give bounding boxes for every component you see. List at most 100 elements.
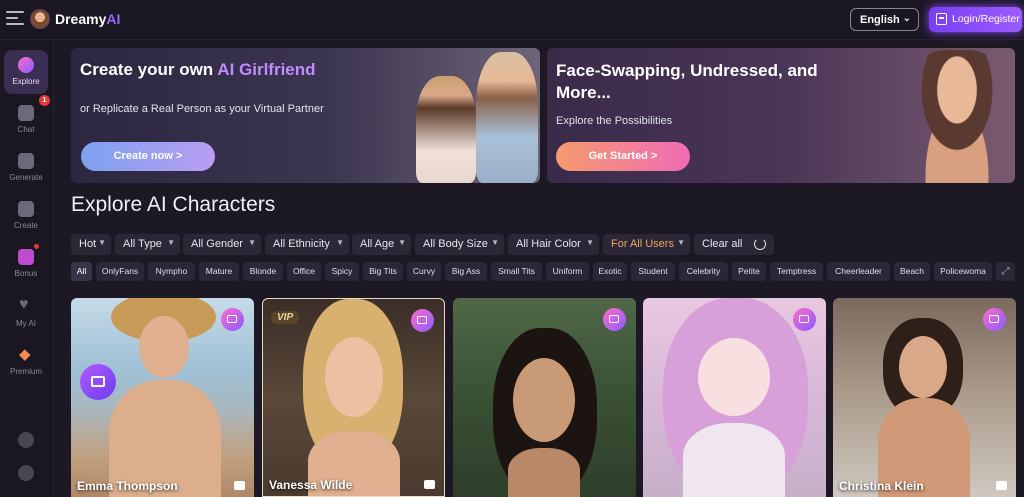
card-name: Vanessa Wilde bbox=[269, 478, 353, 492]
chevron-down-icon: ▼ bbox=[677, 238, 685, 247]
sidebar-item-premium[interactable]: Premium bbox=[4, 340, 48, 384]
filter-ethnicity[interactable]: All Ethnicity ▼ bbox=[265, 234, 349, 255]
filter-users[interactable]: For All Users ▼ bbox=[603, 234, 690, 255]
card-face bbox=[899, 336, 947, 398]
chevron-down-icon: ▼ bbox=[586, 238, 594, 247]
gallery-icon[interactable] bbox=[983, 308, 1006, 331]
banner-title: Face-Swapping, Undressed, and More... bbox=[556, 61, 818, 102]
tag-beach[interactable]: Beach bbox=[894, 262, 930, 281]
tag-petite[interactable]: Petite bbox=[732, 262, 766, 281]
section-title: Explore AI Characters bbox=[71, 193, 276, 216]
tag-temptress[interactable]: Temptress bbox=[770, 262, 823, 281]
sidebar: Explore Chat Generate Create Bonus My AI… bbox=[0, 40, 54, 497]
character-card[interactable]: Christina Klein bbox=[833, 298, 1016, 497]
filter-body-size[interactable]: All Body Size ▼ bbox=[415, 234, 504, 255]
filter-hot[interactable]: Hot ▼ bbox=[71, 234, 111, 255]
logo-text-accent: AI bbox=[106, 11, 121, 27]
chevron-down-icon: ▼ bbox=[167, 238, 175, 247]
sidebar-item-explore[interactable]: Explore bbox=[4, 50, 48, 94]
top-bar: DreamyAI English ⌄ Login/Register bbox=[0, 0, 1024, 40]
tag-blonde[interactable]: Blonde bbox=[243, 262, 283, 281]
tag-cheerleader[interactable]: Cheerleader bbox=[827, 262, 890, 281]
banner-title: Create your own AI Girlfriend bbox=[80, 60, 316, 79]
filter-hair-color[interactable]: All Hair Color ▼ bbox=[508, 234, 599, 255]
discord-icon[interactable] bbox=[18, 432, 34, 448]
sidebar-item-label: Chat bbox=[17, 125, 35, 134]
magic-wand-icon bbox=[18, 201, 34, 217]
tag-onlyfans[interactable]: OnlyFans bbox=[96, 262, 144, 281]
filter-type[interactable]: All Type ▼ bbox=[115, 234, 180, 255]
gift-icon bbox=[18, 249, 34, 265]
sidebar-item-bonus[interactable]: Bonus bbox=[4, 242, 48, 286]
compass-icon bbox=[18, 57, 34, 73]
tag-big-ass[interactable]: Big Ass bbox=[445, 262, 487, 281]
card-face bbox=[513, 358, 575, 442]
sidebar-item-label: Bonus bbox=[14, 269, 38, 278]
chevron-down-icon: ▼ bbox=[98, 238, 106, 247]
expand-icon[interactable]: ⤢ bbox=[996, 262, 1015, 281]
logo[interactable]: DreamyAI bbox=[55, 11, 120, 27]
card-face bbox=[698, 338, 770, 416]
sidebar-item-label: Generate bbox=[9, 173, 43, 182]
card-face bbox=[139, 316, 189, 378]
menu-icon[interactable] bbox=[6, 11, 24, 27]
banner-face-swap[interactable]: Face-Swapping, Undressed, and More... Ex… bbox=[547, 48, 1015, 183]
tag-student[interactable]: Student bbox=[631, 262, 675, 281]
tag-nympho[interactable]: Nympho bbox=[148, 262, 195, 281]
tag-exotic[interactable]: Exotic bbox=[593, 262, 627, 281]
logo-text-main: Dreamy bbox=[55, 11, 107, 27]
gallery-icon[interactable] bbox=[603, 308, 626, 331]
character-card[interactable] bbox=[453, 298, 636, 497]
diamond-icon bbox=[18, 345, 34, 363]
sidebar-item-create[interactable]: Create bbox=[4, 194, 48, 238]
card-body bbox=[508, 448, 580, 497]
chevron-down-icon: ▼ bbox=[491, 238, 499, 247]
card-face bbox=[325, 337, 383, 417]
filter-age[interactable]: All Age ▼ bbox=[352, 234, 411, 255]
chevron-down-icon: ▼ bbox=[398, 238, 406, 247]
gallery-icon[interactable] bbox=[221, 308, 244, 331]
refresh-icon bbox=[754, 238, 766, 250]
sidebar-item-my-ai[interactable]: My AI bbox=[4, 292, 48, 336]
chevron-down-icon: ⌄ bbox=[902, 13, 911, 24]
character-card[interactable]: Emma Thompson bbox=[71, 298, 254, 497]
card-action-icon[interactable] bbox=[80, 364, 116, 400]
create-now-button[interactable]: Create now > bbox=[81, 142, 215, 171]
tag-spicy[interactable]: Spicy bbox=[325, 262, 359, 281]
gallery-icon[interactable] bbox=[411, 309, 434, 332]
tag-celebrity[interactable]: Celebrity bbox=[679, 262, 728, 281]
banner-figure-portrait bbox=[902, 50, 1012, 183]
logo-avatar[interactable] bbox=[30, 9, 50, 29]
gallery-icon[interactable] bbox=[793, 308, 816, 331]
banner-figure-left bbox=[416, 76, 476, 183]
tag-big-tits[interactable]: Big Tits bbox=[363, 262, 403, 281]
tag-all[interactable]: All bbox=[71, 262, 92, 281]
community-icon[interactable] bbox=[18, 465, 34, 481]
tag-mature[interactable]: Mature bbox=[199, 262, 239, 281]
tag-curvy[interactable]: Curvy bbox=[407, 262, 441, 281]
character-card[interactable] bbox=[643, 298, 826, 497]
chevron-down-icon: ▼ bbox=[248, 238, 256, 247]
banner-create-girlfriend[interactable]: Create your own AI Girlfriend or Replica… bbox=[71, 48, 540, 183]
sidebar-item-generate[interactable]: Generate bbox=[4, 146, 48, 190]
chat-icon[interactable] bbox=[424, 480, 435, 489]
clear-all-button[interactable]: Clear all bbox=[694, 234, 774, 255]
chat-icon[interactable] bbox=[234, 481, 245, 490]
get-started-button[interactable]: Get Started > bbox=[556, 142, 690, 171]
sidebar-item-label: Explore bbox=[12, 77, 40, 86]
tag-policewoman[interactable]: Policewoma bbox=[934, 262, 992, 281]
login-register-button[interactable]: Login/Register bbox=[929, 7, 1022, 32]
tag-office[interactable]: Office bbox=[287, 262, 321, 281]
tag-small-tits[interactable]: Small Tits bbox=[491, 262, 542, 281]
login-icon bbox=[936, 13, 947, 25]
card-name: Emma Thompson bbox=[77, 479, 178, 493]
sidebar-item-label: Create bbox=[13, 221, 38, 230]
banner-subtitle: or Replicate a Real Person as your Virtu… bbox=[80, 103, 324, 115]
language-select[interactable]: English ⌄ bbox=[850, 8, 919, 31]
tag-uniform[interactable]: Uniform bbox=[546, 262, 589, 281]
chat-icon[interactable] bbox=[996, 481, 1007, 490]
chevron-down-icon: ▼ bbox=[336, 238, 344, 247]
character-card[interactable]: VIP Vanessa Wilde bbox=[262, 298, 445, 497]
vip-badge: VIP bbox=[271, 311, 300, 324]
filter-gender[interactable]: All Gender ▼ bbox=[183, 234, 261, 255]
